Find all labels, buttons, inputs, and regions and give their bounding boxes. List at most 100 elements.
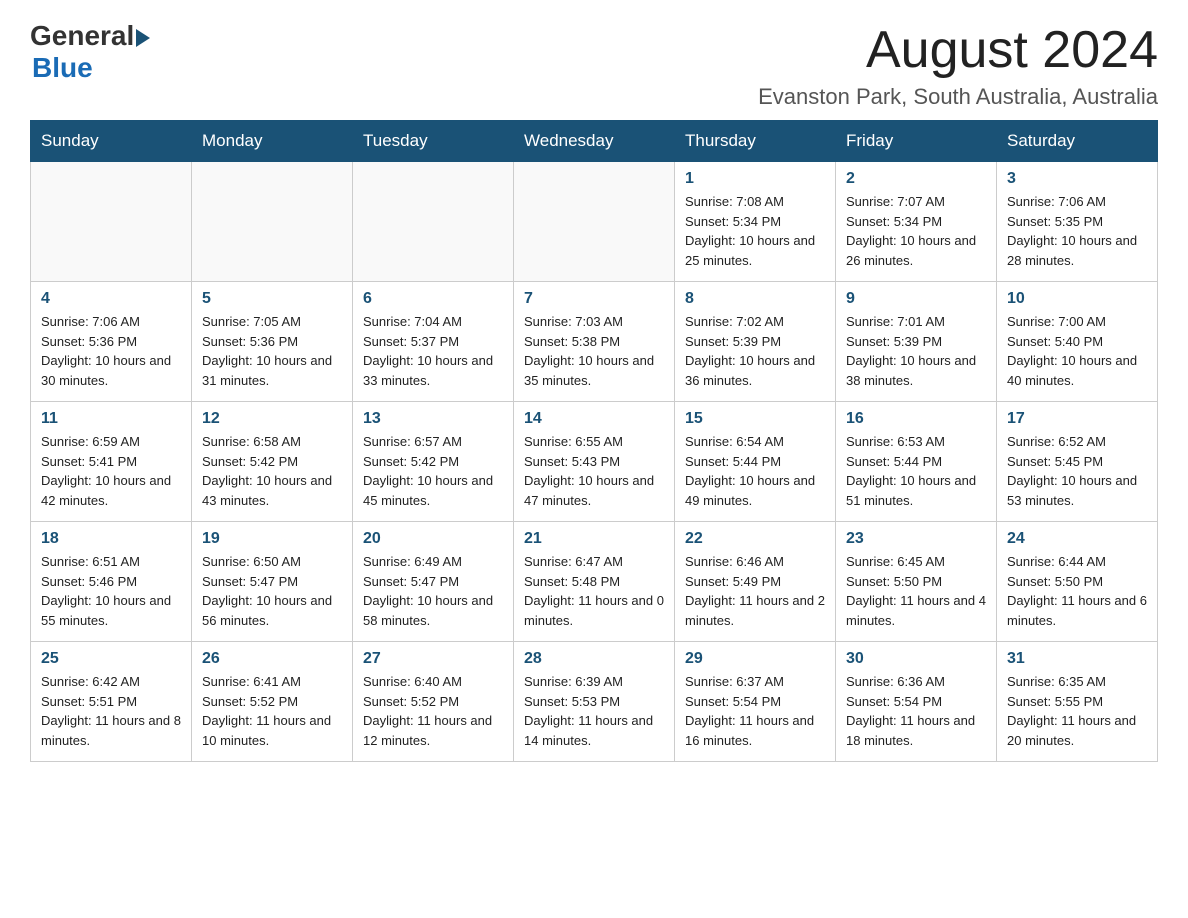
calendar-cell: 28Sunrise: 6:39 AMSunset: 5:53 PMDayligh…	[514, 642, 675, 762]
logo-general-text: General	[30, 20, 134, 52]
day-info: Sunrise: 6:53 AMSunset: 5:44 PMDaylight:…	[846, 432, 986, 510]
calendar-cell: 5 Sunrise: 7:05 AMSunset: 5:36 PMDaylight…	[192, 282, 353, 402]
calendar-cell	[31, 162, 192, 282]
calendar-cell: 11Sunrise: 6:59 AMSunset: 5:41 PMDayligh…	[31, 402, 192, 522]
calendar-week-4: 18 Sunrise: 6:51 AMSunset: 5:46 PMDayligh…	[31, 522, 1158, 642]
calendar-body: 1 Sunrise: 7:08 AMSunset: 5:34 PMDaylight…	[31, 162, 1158, 762]
header-cell-thursday: Thursday	[675, 121, 836, 162]
calendar-cell: 31Sunrise: 6:35 AMSunset: 5:55 PMDayligh…	[997, 642, 1158, 762]
day-number: 23	[846, 530, 986, 548]
logo-arrow-icon	[136, 29, 150, 47]
day-number: 16	[846, 410, 986, 428]
location-title: Evanston Park, South Australia, Australi…	[758, 84, 1158, 110]
header-cell-saturday: Saturday	[997, 121, 1158, 162]
calendar-cell: 23 Sunrise: 6:45 AMSunset: 5:50 PMDayligh…	[836, 522, 997, 642]
day-info: Sunrise: 6:40 AMSunset: 5:52 PMDaylight:…	[363, 672, 503, 750]
day-info: Sunrise: 6:57 AMSunset: 5:42 PMDaylight:…	[363, 432, 503, 510]
calendar-cell: 12Sunrise: 6:58 AMSunset: 5:42 PMDayligh…	[192, 402, 353, 522]
day-info: Sunrise: 6:45 AMSunset: 5:50 PMDaylight:…	[846, 552, 986, 630]
day-number: 21	[524, 530, 664, 548]
day-info: Sunrise: 7:08 AMSunset: 5:34 PMDaylight:…	[685, 192, 825, 270]
header: General Blue August 2024 Evanston Park, …	[30, 20, 1158, 110]
day-info: Sunrise: 7:07 AMSunset: 5:34 PMDaylight:…	[846, 192, 986, 270]
day-number: 15	[685, 410, 825, 428]
day-number: 18	[41, 530, 181, 548]
calendar-cell: 14 Sunrise: 6:55 AMSunset: 5:43 PMDayligh…	[514, 402, 675, 522]
title-area: August 2024 Evanston Park, South Austral…	[758, 20, 1158, 110]
day-info: Sunrise: 6:51 AMSunset: 5:46 PMDaylight:…	[41, 552, 181, 630]
day-info: Sunrise: 6:50 AMSunset: 5:47 PMDaylight:…	[202, 552, 342, 630]
calendar-week-3: 11Sunrise: 6:59 AMSunset: 5:41 PMDayligh…	[31, 402, 1158, 522]
day-number: 3	[1007, 170, 1147, 188]
day-info: Sunrise: 6:37 AMSunset: 5:54 PMDaylight:…	[685, 672, 825, 750]
day-number: 22	[685, 530, 825, 548]
calendar-cell: 13Sunrise: 6:57 AMSunset: 5:42 PMDayligh…	[353, 402, 514, 522]
day-info: Sunrise: 7:05 AMSunset: 5:36 PMDaylight:…	[202, 312, 342, 390]
calendar-cell: 21 Sunrise: 6:47 AMSunset: 5:48 PMDayligh…	[514, 522, 675, 642]
header-cell-wednesday: Wednesday	[514, 121, 675, 162]
calendar-cell: 24Sunrise: 6:44 AMSunset: 5:50 PMDayligh…	[997, 522, 1158, 642]
day-number: 2	[846, 170, 986, 188]
calendar-cell: 30Sunrise: 6:36 AMSunset: 5:54 PMDayligh…	[836, 642, 997, 762]
day-number: 20	[363, 530, 503, 548]
day-number: 24	[1007, 530, 1147, 548]
calendar-cell: 2 Sunrise: 7:07 AMSunset: 5:34 PMDaylight…	[836, 162, 997, 282]
header-cell-friday: Friday	[836, 121, 997, 162]
day-info: Sunrise: 7:03 AMSunset: 5:38 PMDaylight:…	[524, 312, 664, 390]
day-info: Sunrise: 6:49 AMSunset: 5:47 PMDaylight:…	[363, 552, 503, 630]
day-info: Sunrise: 6:47 AMSunset: 5:48 PMDaylight:…	[524, 552, 664, 630]
day-number: 26	[202, 650, 342, 668]
day-number: 30	[846, 650, 986, 668]
day-info: Sunrise: 6:59 AMSunset: 5:41 PMDaylight:…	[41, 432, 181, 510]
day-info: Sunrise: 7:06 AMSunset: 5:35 PMDaylight:…	[1007, 192, 1147, 270]
calendar-cell	[514, 162, 675, 282]
day-info: Sunrise: 6:46 AMSunset: 5:49 PMDaylight:…	[685, 552, 825, 630]
day-info: Sunrise: 7:04 AMSunset: 5:37 PMDaylight:…	[363, 312, 503, 390]
day-info: Sunrise: 7:01 AMSunset: 5:39 PMDaylight:…	[846, 312, 986, 390]
calendar-table: SundayMondayTuesdayWednesdayThursdayFrid…	[30, 120, 1158, 762]
calendar-cell: 9 Sunrise: 7:01 AMSunset: 5:39 PMDaylight…	[836, 282, 997, 402]
calendar-cell: 7 Sunrise: 7:03 AMSunset: 5:38 PMDaylight…	[514, 282, 675, 402]
day-number: 19	[202, 530, 342, 548]
calendar-cell: 8Sunrise: 7:02 AMSunset: 5:39 PMDaylight…	[675, 282, 836, 402]
calendar-cell: 3 Sunrise: 7:06 AMSunset: 5:35 PMDaylight…	[997, 162, 1158, 282]
day-number: 5	[202, 290, 342, 308]
day-number: 25	[41, 650, 181, 668]
day-info: Sunrise: 7:02 AMSunset: 5:39 PMDaylight:…	[685, 312, 825, 390]
calendar-cell	[353, 162, 514, 282]
calendar-header: SundayMondayTuesdayWednesdayThursdayFrid…	[31, 121, 1158, 162]
day-number: 27	[363, 650, 503, 668]
calendar-cell: 22 Sunrise: 6:46 AMSunset: 5:49 PMDayligh…	[675, 522, 836, 642]
day-number: 31	[1007, 650, 1147, 668]
calendar-cell: 27 Sunrise: 6:40 AMSunset: 5:52 PMDayligh…	[353, 642, 514, 762]
calendar-cell: 10Sunrise: 7:00 AMSunset: 5:40 PMDayligh…	[997, 282, 1158, 402]
day-number: 28	[524, 650, 664, 668]
calendar-week-1: 1 Sunrise: 7:08 AMSunset: 5:34 PMDaylight…	[31, 162, 1158, 282]
logo-blue-text: Blue	[32, 52, 93, 84]
header-cell-monday: Monday	[192, 121, 353, 162]
calendar-week-2: 4Sunrise: 7:06 AMSunset: 5:36 PMDaylight…	[31, 282, 1158, 402]
header-cell-sunday: Sunday	[31, 121, 192, 162]
day-number: 9	[846, 290, 986, 308]
calendar-cell: 20 Sunrise: 6:49 AMSunset: 5:47 PMDayligh…	[353, 522, 514, 642]
calendar-cell: 1 Sunrise: 7:08 AMSunset: 5:34 PMDaylight…	[675, 162, 836, 282]
day-number: 4	[41, 290, 181, 308]
day-info: Sunrise: 6:55 AMSunset: 5:43 PMDaylight:…	[524, 432, 664, 510]
month-title: August 2024	[758, 20, 1158, 80]
calendar-cell: 29Sunrise: 6:37 AMSunset: 5:54 PMDayligh…	[675, 642, 836, 762]
day-number: 7	[524, 290, 664, 308]
calendar-week-5: 25 Sunrise: 6:42 AMSunset: 5:51 PMDayligh…	[31, 642, 1158, 762]
day-number: 14	[524, 410, 664, 428]
day-number: 1	[685, 170, 825, 188]
day-info: Sunrise: 6:42 AMSunset: 5:51 PMDaylight:…	[41, 672, 181, 750]
day-info: Sunrise: 6:54 AMSunset: 5:44 PMDaylight:…	[685, 432, 825, 510]
header-cell-tuesday: Tuesday	[353, 121, 514, 162]
calendar-cell	[192, 162, 353, 282]
calendar-cell: 6Sunrise: 7:04 AMSunset: 5:37 PMDaylight…	[353, 282, 514, 402]
calendar-cell: 25 Sunrise: 6:42 AMSunset: 5:51 PMDayligh…	[31, 642, 192, 762]
calendar-cell: 19 Sunrise: 6:50 AMSunset: 5:47 PMDayligh…	[192, 522, 353, 642]
calendar-cell: 18 Sunrise: 6:51 AMSunset: 5:46 PMDayligh…	[31, 522, 192, 642]
day-info: Sunrise: 6:52 AMSunset: 5:45 PMDaylight:…	[1007, 432, 1147, 510]
day-info: Sunrise: 6:58 AMSunset: 5:42 PMDaylight:…	[202, 432, 342, 510]
calendar-cell: 4Sunrise: 7:06 AMSunset: 5:36 PMDaylight…	[31, 282, 192, 402]
